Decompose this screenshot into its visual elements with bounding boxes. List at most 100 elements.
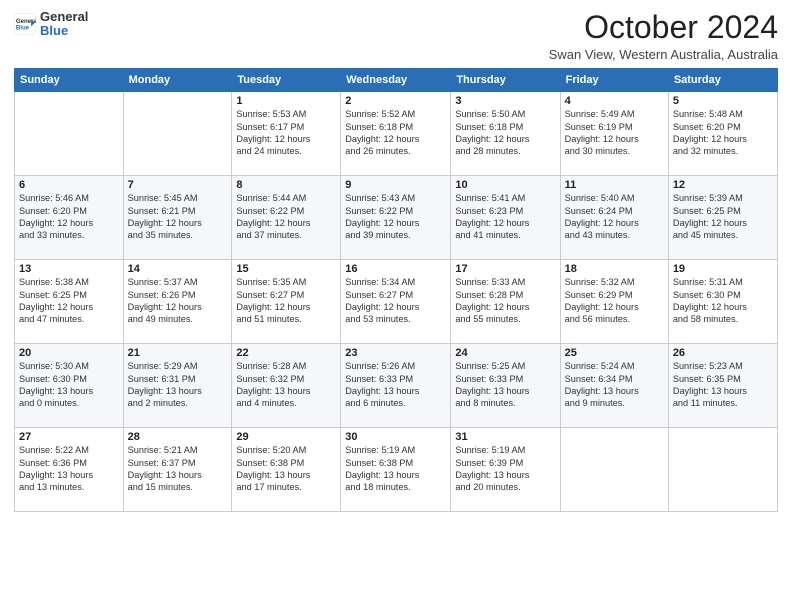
logo-general-text: General xyxy=(40,10,88,24)
day-number: 13 xyxy=(19,263,119,275)
day-number: 21 xyxy=(128,347,228,359)
day-number: 18 xyxy=(565,263,664,275)
day-number: 14 xyxy=(128,263,228,275)
day-number: 12 xyxy=(673,179,773,191)
day-number: 17 xyxy=(455,263,555,275)
day-number: 20 xyxy=(19,347,119,359)
day-info: Sunrise: 5:26 AM Sunset: 6:33 PM Dayligh… xyxy=(345,360,446,410)
calendar-week-3: 20Sunrise: 5:30 AM Sunset: 6:30 PM Dayli… xyxy=(15,344,778,428)
calendar-cell xyxy=(668,428,777,512)
day-number: 23 xyxy=(345,347,446,359)
calendar-cell: 17Sunrise: 5:33 AM Sunset: 6:28 PM Dayli… xyxy=(451,260,560,344)
day-number: 8 xyxy=(236,179,336,191)
svg-text:Blue: Blue xyxy=(16,25,30,32)
day-info: Sunrise: 5:53 AM Sunset: 6:17 PM Dayligh… xyxy=(236,108,336,158)
calendar-cell: 31Sunrise: 5:19 AM Sunset: 6:39 PM Dayli… xyxy=(451,428,560,512)
calendar-cell: 16Sunrise: 5:34 AM Sunset: 6:27 PM Dayli… xyxy=(341,260,451,344)
month-title: October 2024 xyxy=(549,10,778,45)
day-number: 10 xyxy=(455,179,555,191)
day-info: Sunrise: 5:35 AM Sunset: 6:27 PM Dayligh… xyxy=(236,276,336,326)
calendar-cell: 24Sunrise: 5:25 AM Sunset: 6:33 PM Dayli… xyxy=(451,344,560,428)
col-saturday: Saturday xyxy=(668,69,777,92)
calendar-cell: 18Sunrise: 5:32 AM Sunset: 6:29 PM Dayli… xyxy=(560,260,668,344)
day-info: Sunrise: 5:49 AM Sunset: 6:19 PM Dayligh… xyxy=(565,108,664,158)
day-info: Sunrise: 5:31 AM Sunset: 6:30 PM Dayligh… xyxy=(673,276,773,326)
logo-text: General Blue xyxy=(40,10,88,39)
day-number: 24 xyxy=(455,347,555,359)
calendar-cell xyxy=(560,428,668,512)
day-number: 26 xyxy=(673,347,773,359)
calendar-cell: 20Sunrise: 5:30 AM Sunset: 6:30 PM Dayli… xyxy=(15,344,124,428)
day-info: Sunrise: 5:32 AM Sunset: 6:29 PM Dayligh… xyxy=(565,276,664,326)
calendar-cell: 27Sunrise: 5:22 AM Sunset: 6:36 PM Dayli… xyxy=(15,428,124,512)
title-area: October 2024 Swan View, Western Australi… xyxy=(549,10,778,62)
day-number: 19 xyxy=(673,263,773,275)
calendar-cell: 5Sunrise: 5:48 AM Sunset: 6:20 PM Daylig… xyxy=(668,92,777,176)
day-number: 28 xyxy=(128,431,228,443)
day-number: 11 xyxy=(565,179,664,191)
day-number: 16 xyxy=(345,263,446,275)
calendar-cell: 23Sunrise: 5:26 AM Sunset: 6:33 PM Dayli… xyxy=(341,344,451,428)
day-number: 4 xyxy=(565,95,664,107)
day-info: Sunrise: 5:46 AM Sunset: 6:20 PM Dayligh… xyxy=(19,192,119,242)
calendar-cell: 25Sunrise: 5:24 AM Sunset: 6:34 PM Dayli… xyxy=(560,344,668,428)
calendar-week-0: 1Sunrise: 5:53 AM Sunset: 6:17 PM Daylig… xyxy=(15,92,778,176)
col-sunday: Sunday xyxy=(15,69,124,92)
day-number: 15 xyxy=(236,263,336,275)
calendar-cell: 3Sunrise: 5:50 AM Sunset: 6:18 PM Daylig… xyxy=(451,92,560,176)
day-info: Sunrise: 5:25 AM Sunset: 6:33 PM Dayligh… xyxy=(455,360,555,410)
calendar-cell: 30Sunrise: 5:19 AM Sunset: 6:38 PM Dayli… xyxy=(341,428,451,512)
day-info: Sunrise: 5:29 AM Sunset: 6:31 PM Dayligh… xyxy=(128,360,228,410)
logo: General Blue General Blue xyxy=(14,10,88,39)
day-number: 25 xyxy=(565,347,664,359)
day-info: Sunrise: 5:21 AM Sunset: 6:37 PM Dayligh… xyxy=(128,444,228,494)
day-info: Sunrise: 5:24 AM Sunset: 6:34 PM Dayligh… xyxy=(565,360,664,410)
day-number: 29 xyxy=(236,431,336,443)
calendar-table: Sunday Monday Tuesday Wednesday Thursday… xyxy=(14,68,778,512)
day-info: Sunrise: 5:48 AM Sunset: 6:20 PM Dayligh… xyxy=(673,108,773,158)
calendar-cell: 11Sunrise: 5:40 AM Sunset: 6:24 PM Dayli… xyxy=(560,176,668,260)
calendar-body: 1Sunrise: 5:53 AM Sunset: 6:17 PM Daylig… xyxy=(15,92,778,512)
day-number: 27 xyxy=(19,431,119,443)
day-number: 3 xyxy=(455,95,555,107)
calendar-cell: 26Sunrise: 5:23 AM Sunset: 6:35 PM Dayli… xyxy=(668,344,777,428)
calendar-cell: 4Sunrise: 5:49 AM Sunset: 6:19 PM Daylig… xyxy=(560,92,668,176)
calendar-cell: 7Sunrise: 5:45 AM Sunset: 6:21 PM Daylig… xyxy=(123,176,232,260)
subtitle: Swan View, Western Australia, Australia xyxy=(549,47,778,62)
day-info: Sunrise: 5:22 AM Sunset: 6:36 PM Dayligh… xyxy=(19,444,119,494)
day-number: 7 xyxy=(128,179,228,191)
calendar-cell: 9Sunrise: 5:43 AM Sunset: 6:22 PM Daylig… xyxy=(341,176,451,260)
calendar-cell: 15Sunrise: 5:35 AM Sunset: 6:27 PM Dayli… xyxy=(232,260,341,344)
day-info: Sunrise: 5:34 AM Sunset: 6:27 PM Dayligh… xyxy=(345,276,446,326)
day-number: 1 xyxy=(236,95,336,107)
day-info: Sunrise: 5:45 AM Sunset: 6:21 PM Dayligh… xyxy=(128,192,228,242)
col-wednesday: Wednesday xyxy=(341,69,451,92)
calendar-cell: 1Sunrise: 5:53 AM Sunset: 6:17 PM Daylig… xyxy=(232,92,341,176)
day-number: 5 xyxy=(673,95,773,107)
calendar-week-4: 27Sunrise: 5:22 AM Sunset: 6:36 PM Dayli… xyxy=(15,428,778,512)
col-tuesday: Tuesday xyxy=(232,69,341,92)
calendar-cell: 12Sunrise: 5:39 AM Sunset: 6:25 PM Dayli… xyxy=(668,176,777,260)
day-number: 9 xyxy=(345,179,446,191)
day-info: Sunrise: 5:43 AM Sunset: 6:22 PM Dayligh… xyxy=(345,192,446,242)
day-info: Sunrise: 5:33 AM Sunset: 6:28 PM Dayligh… xyxy=(455,276,555,326)
col-monday: Monday xyxy=(123,69,232,92)
calendar-cell: 28Sunrise: 5:21 AM Sunset: 6:37 PM Dayli… xyxy=(123,428,232,512)
calendar-cell xyxy=(123,92,232,176)
day-info: Sunrise: 5:28 AM Sunset: 6:32 PM Dayligh… xyxy=(236,360,336,410)
day-number: 6 xyxy=(19,179,119,191)
calendar-cell: 10Sunrise: 5:41 AM Sunset: 6:23 PM Dayli… xyxy=(451,176,560,260)
col-friday: Friday xyxy=(560,69,668,92)
calendar-cell: 2Sunrise: 5:52 AM Sunset: 6:18 PM Daylig… xyxy=(341,92,451,176)
day-info: Sunrise: 5:41 AM Sunset: 6:23 PM Dayligh… xyxy=(455,192,555,242)
day-number: 30 xyxy=(345,431,446,443)
col-thursday: Thursday xyxy=(451,69,560,92)
day-info: Sunrise: 5:50 AM Sunset: 6:18 PM Dayligh… xyxy=(455,108,555,158)
calendar-header: Sunday Monday Tuesday Wednesday Thursday… xyxy=(15,69,778,92)
day-info: Sunrise: 5:19 AM Sunset: 6:38 PM Dayligh… xyxy=(345,444,446,494)
day-number: 22 xyxy=(236,347,336,359)
logo-icon: General Blue xyxy=(14,13,36,35)
day-info: Sunrise: 5:44 AM Sunset: 6:22 PM Dayligh… xyxy=(236,192,336,242)
calendar-cell xyxy=(15,92,124,176)
day-number: 31 xyxy=(455,431,555,443)
